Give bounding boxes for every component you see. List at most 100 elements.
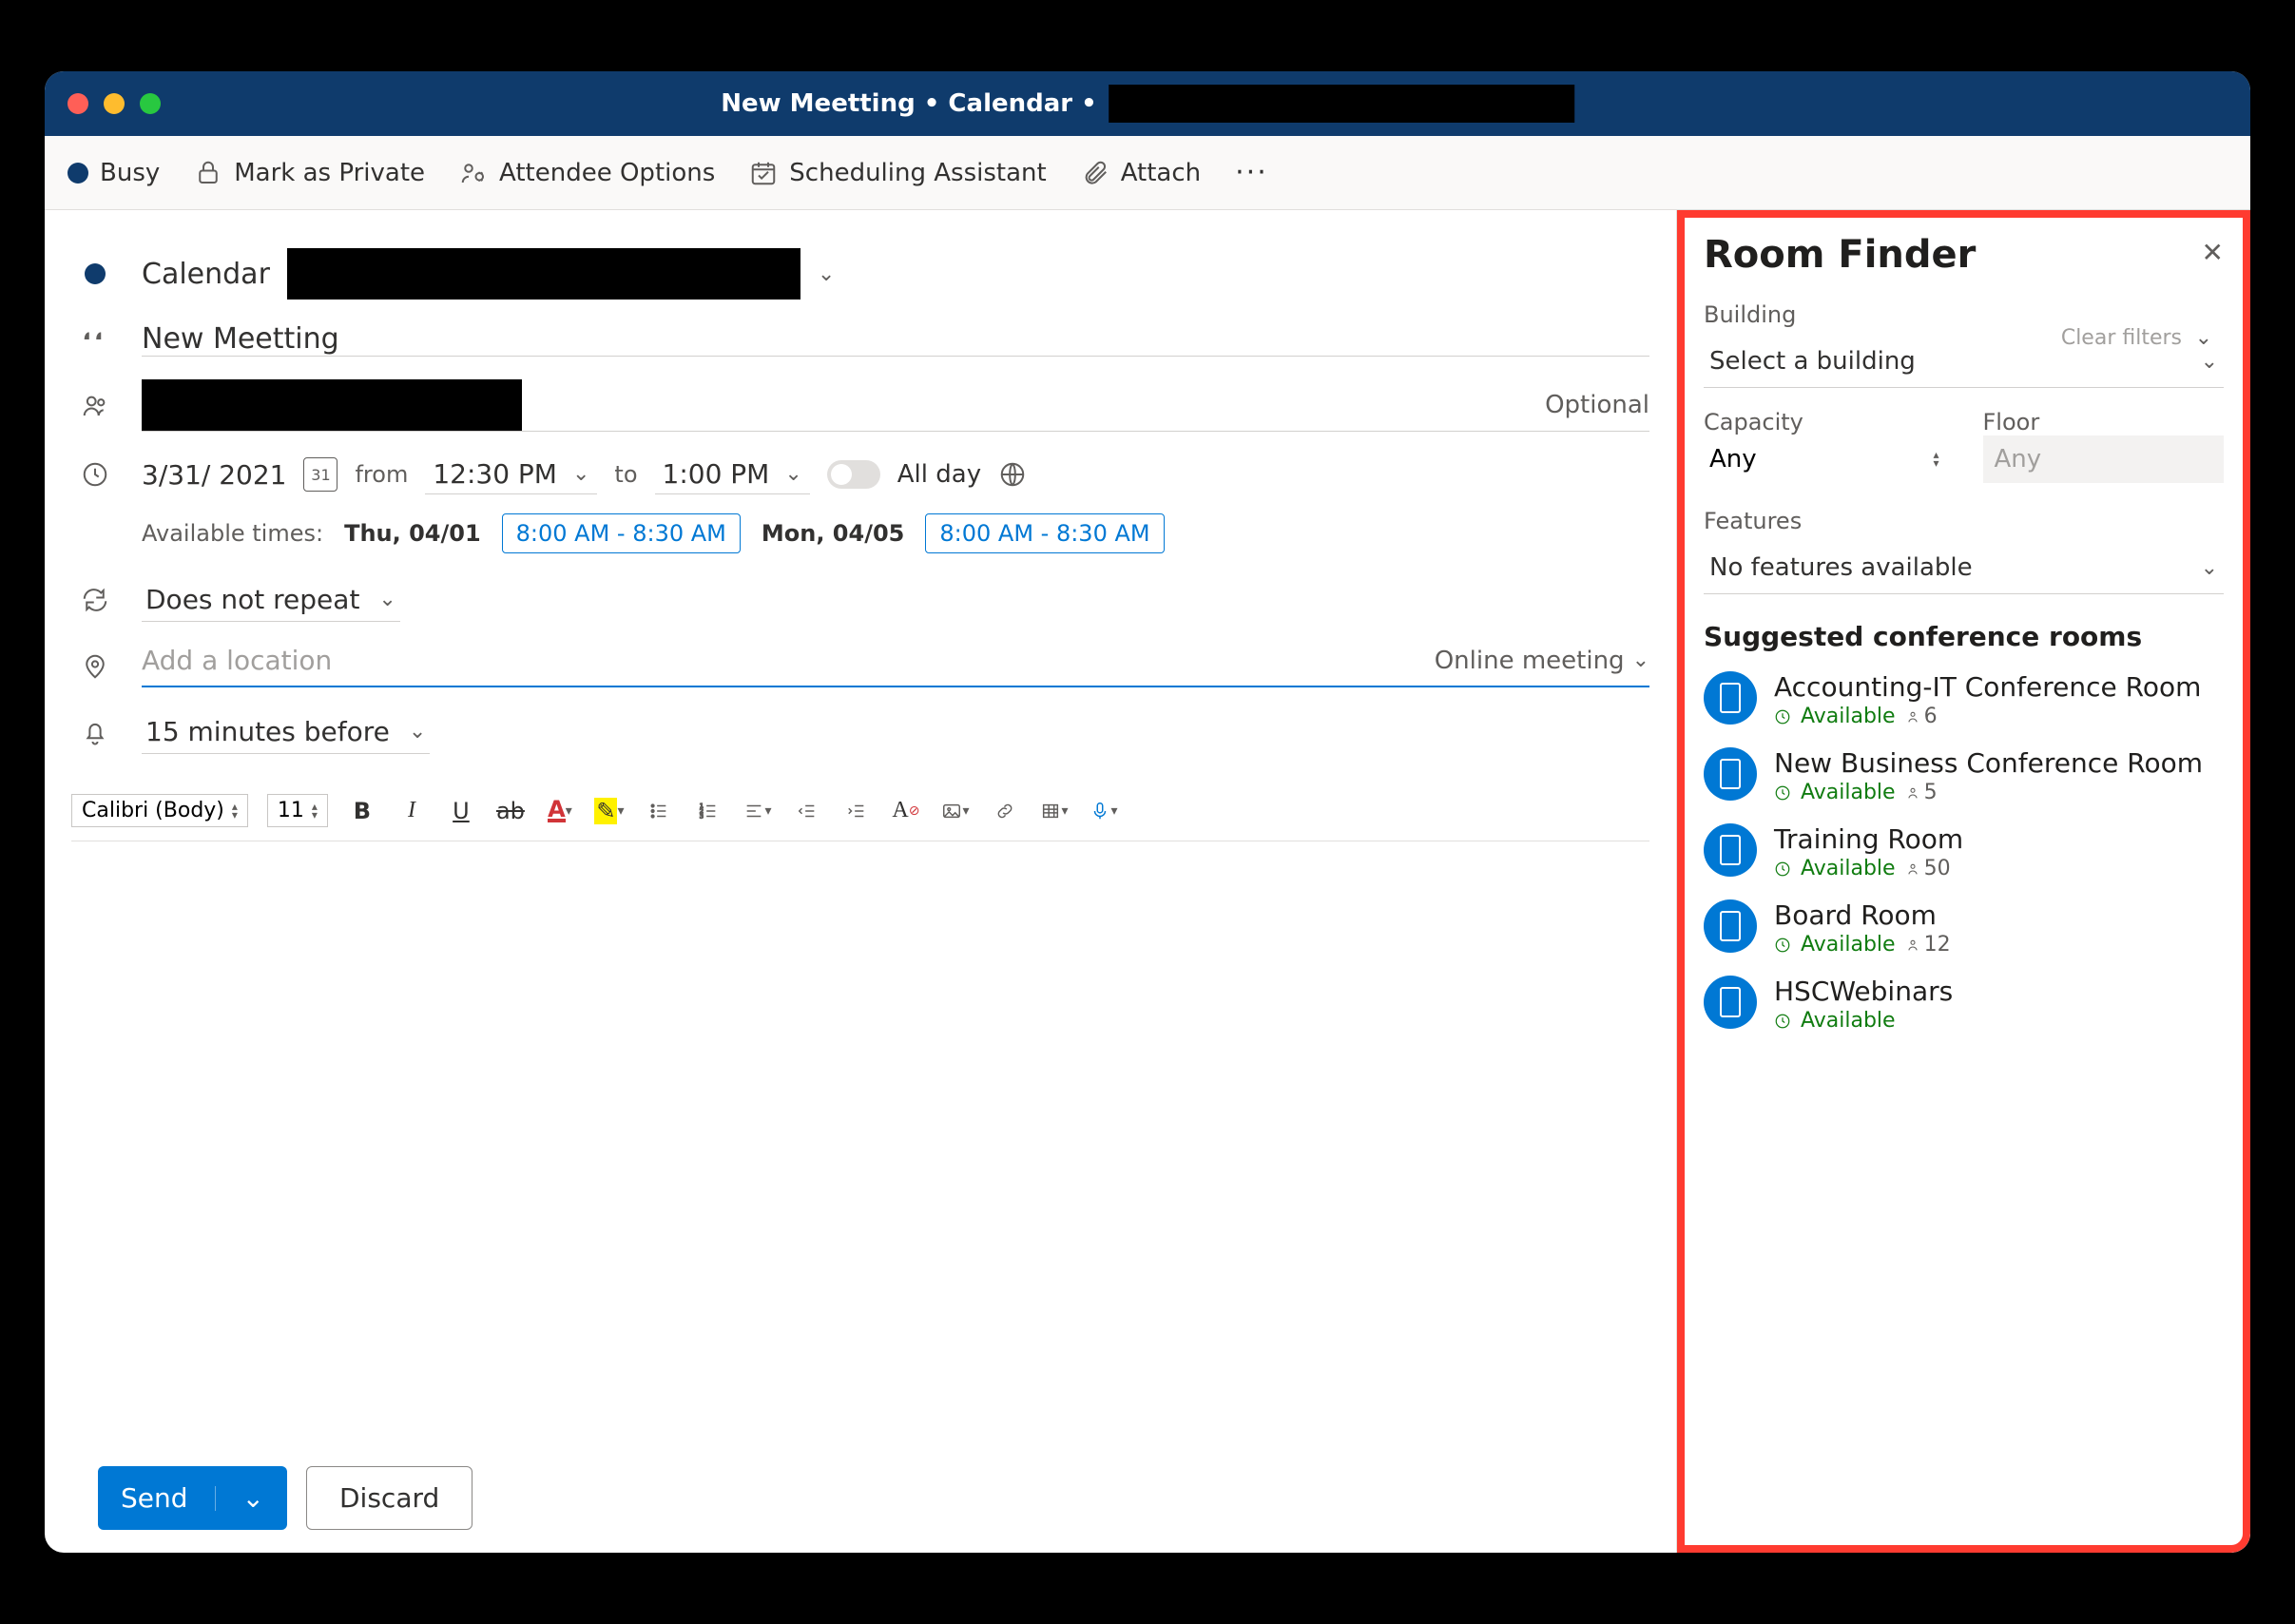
maximize-window-button[interactable] [140,93,161,114]
date-value[interactable]: 3/31/ 2021 [142,459,286,491]
chevron-down-icon[interactable]: ⌄ [2195,326,2212,350]
capacity-input[interactable]: Any ▴▾ [1704,435,1945,483]
meeting-title-input[interactable] [142,322,1649,356]
features-label: Features [1704,508,2224,534]
svg-text:3: 3 [700,812,704,820]
more-options-button[interactable]: ··· [1235,156,1268,189]
insert-image-button[interactable]: ▾ [940,796,971,826]
room-icon [1704,899,1757,953]
image-icon [941,801,962,822]
floor-input[interactable]: Any [1983,435,2225,483]
available-slot-1[interactable]: 8:00 AM - 8:30 AM [502,513,741,553]
indent-button[interactable] [841,796,872,826]
bold-button[interactable]: B [347,796,377,826]
close-panel-button[interactable]: ✕ [2202,237,2224,268]
room-status: Available [1801,933,1896,957]
room-capacity: 6 [1905,705,1938,728]
features-select[interactable]: No features available ⌄ [1704,542,2224,594]
from-time-value: 12:30 PM [433,458,557,490]
room-name: Accounting-IT Conference Room [1774,671,2201,703]
clock-icon [81,460,109,489]
status-dot-icon [68,163,88,184]
send-button[interactable]: Send ⌄ [98,1466,287,1530]
table-button[interactable]: ▾ [1039,796,1070,826]
status-selector[interactable]: Busy [68,159,160,187]
repeat-select[interactable]: Does not repeat ⌄ [142,578,400,622]
bell-icon [81,718,109,746]
room-item[interactable]: Training Room Available 50 [1704,823,2224,880]
reminder-row: 15 minutes before ⌄ [71,699,1649,765]
room-status: Available [1801,705,1896,728]
attach-label: Attach [1121,159,1201,187]
room-item[interactable]: HSCWebinars Available [1704,976,2224,1033]
clock-icon [1774,860,1791,878]
status-label: Busy [100,159,160,187]
globe-icon[interactable] [998,460,1027,489]
chevron-down-icon: ⌄ [242,1482,264,1514]
allday-toggle[interactable] [827,460,880,489]
italic-button[interactable]: I [396,796,427,826]
underline-button[interactable]: U [446,796,476,826]
clear-filters-button[interactable]: Clear filters [2061,326,2182,350]
room-item[interactable]: New Business Conference Room Available 5 [1704,747,2224,804]
optional-attendees-button[interactable]: Optional [1545,391,1649,419]
align-button[interactable]: ▾ [742,796,773,826]
attendee-options-button[interactable]: Attendee Options [459,159,715,187]
mark-private-button[interactable]: Mark as Private [194,159,425,187]
dictate-button[interactable]: ▾ [1089,796,1119,826]
to-time-select[interactable]: 1:00 PM ⌄ [655,454,810,494]
clear-format-button[interactable]: A⊘ [891,796,921,826]
to-time-value: 1:00 PM [663,458,770,490]
datetime-row: 3/31/ 2021 31 from 12:30 PM ⌄ to 1:00 PM… [71,443,1649,506]
highlight-button[interactable]: ✎▾ [594,796,625,826]
align-icon [743,801,764,822]
room-name: Board Room [1774,899,1951,931]
indent-icon [846,801,867,822]
minimize-window-button[interactable] [104,93,125,114]
available-times-row: Available times: Thu, 04/01 8:00 AM - 8:… [71,513,1649,553]
location-input[interactable]: Add a location [142,645,332,676]
link-button[interactable] [990,796,1020,826]
font-color-button[interactable]: A▾ [545,796,575,826]
attendee-redacted[interactable] [142,379,522,431]
chevron-down-icon: ⌄ [409,720,426,744]
font-size-select[interactable]: 11 ▴▾ [267,794,328,827]
room-item[interactable]: Board Room Available 12 [1704,899,2224,957]
from-time-select[interactable]: 12:30 PM ⌄ [425,454,597,494]
floor-value: Any [1995,445,2042,474]
chevron-down-icon[interactable]: ⌄ [818,262,835,286]
from-label: from [355,461,408,488]
stepper-icon: ▴▾ [1933,451,1938,468]
floor-label: Floor [1983,409,2225,435]
available-slot-2[interactable]: 8:00 AM - 8:30 AM [925,513,1164,553]
room-finder-title: Room Finder [1704,233,2224,277]
suggested-rooms-label: Suggested conference rooms [1704,621,2224,652]
numbered-list-button[interactable]: 123 [693,796,723,826]
scheduling-assistant-button[interactable]: Scheduling Assistant [749,159,1046,187]
table-icon [1040,801,1061,822]
clock-icon [1774,784,1791,802]
discard-button[interactable]: Discard [306,1466,472,1530]
to-label: to [614,461,637,488]
reminder-select[interactable]: 15 minutes before ⌄ [142,710,430,754]
room-name: New Business Conference Room [1774,747,2203,779]
online-meeting-toggle[interactable]: Online meeting ⌄ [1435,647,1649,675]
bullet-list-button[interactable] [644,796,674,826]
strikethrough-button[interactable]: ab [495,796,526,826]
footer: Send ⌄ Discard [71,1443,1649,1553]
calendar-label: Calendar [142,258,270,291]
date-picker-button[interactable]: 31 [303,457,338,492]
send-label: Send [121,1482,188,1514]
outdent-button[interactable] [792,796,822,826]
quote-icon [81,325,109,354]
close-window-button[interactable] [68,93,88,114]
title-row [71,311,1649,368]
chevron-down-icon: ⌄ [572,462,589,486]
room-item[interactable]: Accounting-IT Conference Room Available … [1704,671,2224,728]
window-controls [68,93,161,114]
chevron-down-icon: ⌄ [2201,556,2218,580]
room-icon [1704,976,1757,1029]
stepper-icon: ▴▾ [312,802,318,820]
attach-button[interactable]: Attach [1081,159,1201,187]
font-family-select[interactable]: Calibri (Body) ▴▾ [71,794,248,827]
